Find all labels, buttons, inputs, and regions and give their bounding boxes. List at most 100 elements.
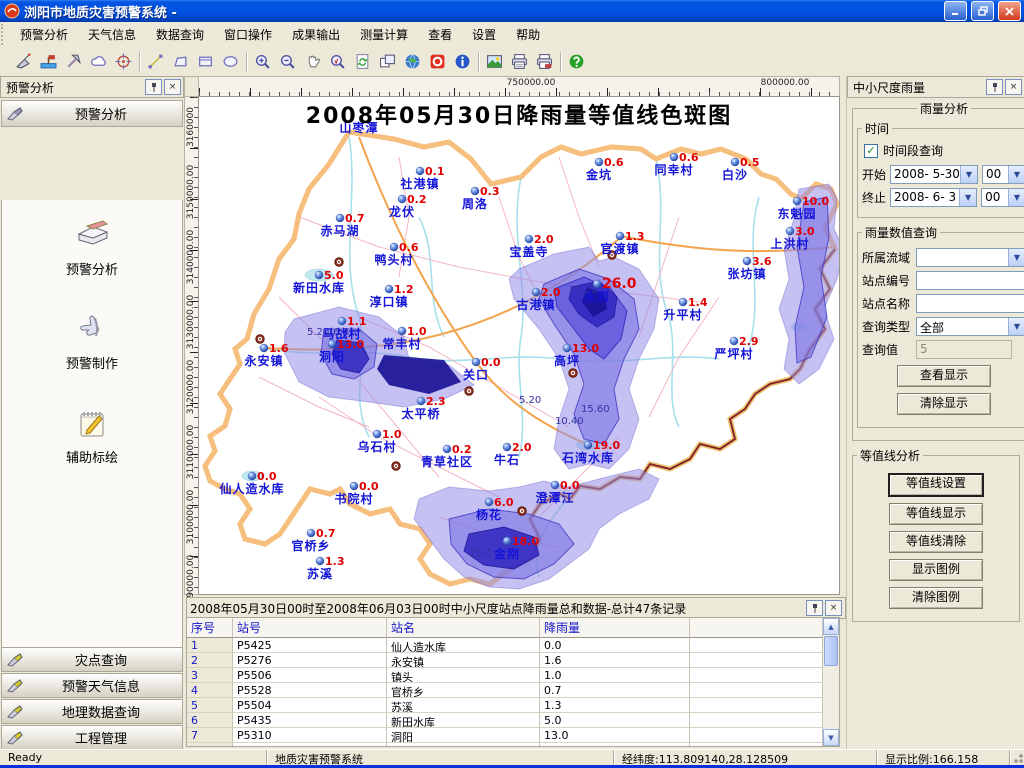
menu-item-4[interactable]: 成果输出 bbox=[282, 23, 350, 46]
toolbar-rect-tool-button[interactable] bbox=[193, 50, 218, 73]
toolbar-pan-button[interactable] bbox=[300, 50, 325, 73]
toolbar-line-tool-button[interactable] bbox=[143, 50, 168, 73]
toolbar-image-button[interactable] bbox=[482, 50, 507, 73]
button-清除显示[interactable]: 清除显示 bbox=[897, 393, 991, 415]
table-row[interactable]: 2P5276永安镇1.6 bbox=[187, 653, 823, 668]
left-panel-header[interactable]: 预警分析 bbox=[1, 100, 183, 127]
toolbar-radar-button[interactable] bbox=[11, 50, 36, 73]
time-row-label: 开始 bbox=[862, 166, 890, 183]
站点编号-input[interactable] bbox=[916, 271, 1024, 290]
table-row[interactable]: 6P5435新田水库5.0 bbox=[187, 713, 823, 728]
toolbar-cloud-button[interactable] bbox=[86, 50, 111, 73]
button-查看显示[interactable]: 查看显示 bbox=[897, 365, 991, 387]
table-cell: 5 bbox=[187, 698, 233, 713]
chevron-down-icon[interactable]: ▼ bbox=[959, 189, 976, 206]
bottom-panel-pin-button[interactable] bbox=[806, 600, 823, 616]
chevron-down-icon[interactable]: ▼ bbox=[1008, 249, 1024, 266]
table-row[interactable]: 1P5425仙人造水库0.0 bbox=[187, 638, 823, 653]
所属流域-combo[interactable]: ▼ bbox=[916, 248, 1024, 267]
hour-combo-0[interactable]: 00▼ bbox=[982, 165, 1024, 184]
table-row[interactable]: 7P5310洞阳13.0 bbox=[187, 728, 823, 743]
chevron-down-icon[interactable]: ▼ bbox=[1008, 166, 1024, 183]
toolbar-polygon-tool-button[interactable] bbox=[168, 50, 193, 73]
button-等值线清除[interactable]: 等值线清除 bbox=[889, 531, 983, 553]
station-dot-icon bbox=[260, 344, 268, 352]
toolbar-print-button[interactable] bbox=[507, 50, 532, 73]
chevron-down-icon[interactable]: ▼ bbox=[1008, 189, 1024, 206]
menu-item-8[interactable]: 帮助 bbox=[506, 23, 550, 46]
time-range-checkbox[interactable]: ✓ bbox=[864, 144, 878, 158]
menu-grip[interactable] bbox=[1, 24, 9, 45]
table-row[interactable]: 5P5504苏溪1.3 bbox=[187, 698, 823, 713]
toolbar-info-button[interactable] bbox=[450, 50, 475, 73]
right-panel-close-button[interactable]: × bbox=[1005, 79, 1022, 95]
table-cell: 3 bbox=[187, 668, 233, 683]
left-item-辅助标绘[interactable]: 辅助标绘 bbox=[32, 406, 152, 466]
scroll-thumb[interactable] bbox=[824, 636, 838, 666]
time-group-label: 时间 bbox=[862, 120, 892, 137]
right-panel-pin-button[interactable] bbox=[986, 79, 1003, 95]
toolbar-target-button[interactable] bbox=[111, 50, 136, 73]
查询类型-combo[interactable]: 全部▼ bbox=[916, 317, 1024, 336]
bottom-panel-close-button[interactable]: × bbox=[825, 600, 842, 616]
close-button[interactable] bbox=[998, 1, 1021, 21]
bottom-panel-title: 2008年05月30日00时至2008年06月03日00时中小尺度站点降雨量总和… bbox=[190, 600, 804, 617]
toolbar-ellipse-tool-button[interactable] bbox=[218, 50, 243, 73]
left-panel-close-button[interactable]: × bbox=[164, 79, 181, 95]
toolbar-globe-button[interactable] bbox=[400, 50, 425, 73]
left-nav-地理数据查询[interactable]: 地理数据查询 bbox=[1, 699, 183, 724]
table-row[interactable]: 3P5506镇头1.0 bbox=[187, 668, 823, 683]
menu-item-0[interactable]: 预警分析 bbox=[10, 23, 78, 46]
resize-grip[interactable] bbox=[1010, 750, 1024, 765]
minimize-button[interactable] bbox=[944, 1, 967, 21]
map-canvas[interactable]: 5.20(6.4)15.205.2015.6010.4015.6 山枣潭0.1社… bbox=[198, 96, 840, 595]
date-combo-0[interactable]: 2008- 5-30▼ bbox=[890, 165, 978, 184]
contour-analysis-label: 等值线分析 bbox=[857, 447, 923, 464]
contour-analysis-group: 等值线分析 等值线设置等值线显示等值线清除显示图例清除图例 bbox=[852, 447, 1020, 622]
left-item-预警制作[interactable]: 预警制作 bbox=[32, 312, 152, 372]
left-nav-工程管理[interactable]: 工程管理 bbox=[1, 725, 183, 750]
menu-item-3[interactable]: 窗口操作 bbox=[214, 23, 282, 46]
table-vertical-scrollbar[interactable]: ▲ ▼ bbox=[822, 618, 839, 746]
station-name: 关口 bbox=[463, 367, 489, 382]
menu-item-2[interactable]: 数据查询 bbox=[146, 23, 214, 46]
scroll-track[interactable] bbox=[823, 667, 839, 729]
toolbar-pick-button[interactable] bbox=[61, 50, 86, 73]
toolbar-zoom-out-button[interactable] bbox=[275, 50, 300, 73]
hour-combo-1[interactable]: 00▼ bbox=[981, 188, 1024, 207]
button-显示图例[interactable]: 显示图例 bbox=[889, 559, 983, 581]
left-nav-灾点查询[interactable]: 灾点查询 bbox=[1, 647, 183, 672]
date-combo-1[interactable]: 2008- 6- 3▼ bbox=[890, 188, 977, 207]
toolbar-zoom-select-button[interactable] bbox=[325, 50, 350, 73]
chevron-down-icon[interactable]: ▼ bbox=[960, 166, 977, 183]
station-name: 古港镇 bbox=[516, 297, 555, 312]
left-panel-pin-button[interactable] bbox=[145, 79, 162, 95]
menu-item-1[interactable]: 天气信息 bbox=[78, 23, 146, 46]
restore-button[interactable] bbox=[971, 1, 994, 21]
menu-item-6[interactable]: 查看 bbox=[418, 23, 462, 46]
scroll-down-icon[interactable]: ▼ bbox=[823, 729, 839, 746]
站点名称-input[interactable] bbox=[916, 294, 1024, 313]
left-nav-预警天气信息[interactable]: 预警天气信息 bbox=[1, 673, 183, 698]
left-item-预警分析[interactable]: 预警分析 bbox=[32, 218, 152, 278]
toolbar-stop-button[interactable] bbox=[425, 50, 450, 73]
chevron-down-icon[interactable]: ▼ bbox=[1008, 318, 1024, 335]
menu-item-7[interactable]: 设置 bbox=[462, 23, 506, 46]
toolbar-zoom-in-button[interactable] bbox=[250, 50, 275, 73]
station-升平村: 1.4升平村 bbox=[663, 296, 707, 322]
toolbar-print-setup-button[interactable] bbox=[532, 50, 557, 73]
table-row[interactable]: 4P5528官桥乡0.7 bbox=[187, 683, 823, 698]
toolbar-help-button[interactable] bbox=[564, 50, 589, 73]
menu-item-5[interactable]: 测量计算 bbox=[350, 23, 418, 46]
table-row[interactable]: 8P5445马战村1.1 bbox=[187, 743, 823, 747]
status-segment-1: 地质灾害预警系统 bbox=[267, 750, 614, 765]
button-等值线设置[interactable]: 等值线设置 bbox=[888, 473, 984, 497]
station-官桥乡: 0.7官桥乡 bbox=[291, 527, 335, 553]
scroll-up-icon[interactable]: ▲ bbox=[823, 618, 839, 635]
toolbar-flag-tool-button[interactable] bbox=[36, 50, 61, 73]
toolbar-layers-button[interactable] bbox=[375, 50, 400, 73]
button-清除图例[interactable]: 清除图例 bbox=[889, 587, 983, 609]
button-等值线显示[interactable]: 等值线显示 bbox=[889, 503, 983, 525]
station-name: 永和 bbox=[583, 289, 610, 304]
toolbar-refresh-button[interactable] bbox=[350, 50, 375, 73]
